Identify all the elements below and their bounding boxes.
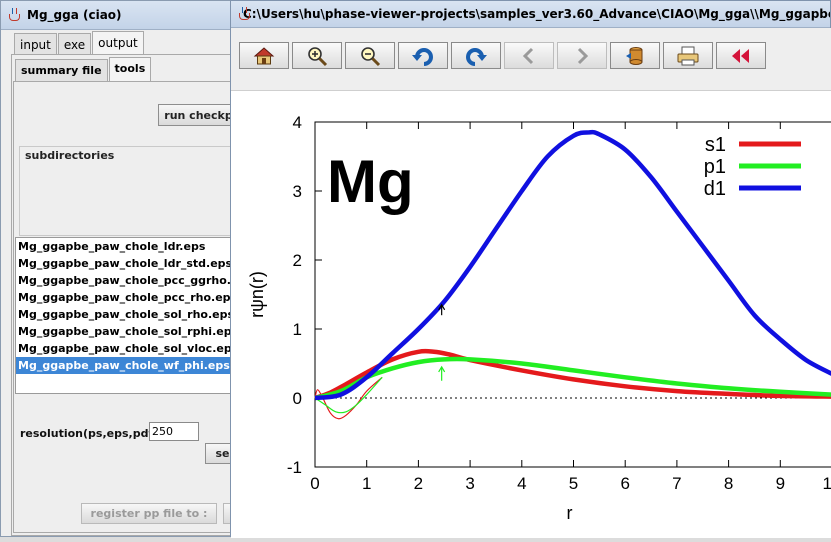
list-item[interactable]: Mg_ggapbe_paw_chole_pcc_ggrho.eps	[16, 272, 232, 289]
x-tick-label: 0	[310, 474, 319, 493]
resolution-input[interactable]	[149, 422, 199, 441]
sub-tab-row: summary file tools	[15, 57, 152, 82]
legend-label-d1: d1	[704, 178, 726, 200]
list-item-selected[interactable]: Mg_ggapbe_paw_chole_wf_phi.eps	[16, 357, 232, 374]
x-tick-label: 1	[362, 474, 371, 493]
left-window: Mg_gga (ciao) input exe output summary f…	[0, 0, 239, 537]
subdirectories-label: subdirectories	[24, 149, 116, 162]
rotate-left-button[interactable]	[398, 42, 448, 69]
y-tick-label: 4	[293, 113, 302, 132]
main-tab-row: input exe output	[14, 31, 145, 56]
element-label: Mg	[327, 148, 414, 215]
close-back-button[interactable]	[716, 42, 766, 69]
home-icon	[253, 46, 275, 64]
y-axis-label: rψn(r)	[247, 271, 267, 318]
left-window-titlebar[interactable]: Mg_gga (ciao)	[1, 1, 237, 30]
y-tick-label: 0	[293, 389, 302, 408]
home-button[interactable]	[239, 42, 289, 69]
save-icon	[626, 46, 643, 65]
x-tick-label: 10	[823, 474, 831, 493]
y-tick-label: 1	[293, 320, 302, 339]
zoom-out-icon	[361, 46, 381, 66]
x-axis-label: r	[567, 503, 573, 523]
y-tick-label: 3	[293, 182, 302, 201]
previous-button[interactable]	[504, 42, 554, 69]
chart-legend: s1p1d1	[704, 134, 801, 200]
tab-tools[interactable]: tools	[108, 57, 152, 82]
legend-label-p1: p1	[704, 156, 726, 178]
java-icon	[7, 8, 21, 22]
rotate-right-button[interactable]	[451, 42, 501, 69]
x-tick-label: 2	[414, 474, 423, 493]
resolution-label: resolution(ps,eps,pdf):	[20, 427, 163, 440]
next-icon	[577, 47, 589, 64]
x-tick-label: 9	[776, 474, 785, 493]
x-tick-label: 3	[465, 474, 474, 493]
plot-area: 0 1 2 3 4 5 6 7 8 9 10 -1 0 1 2 3 4 r rψn(r) Mg s1p1d1	[231, 91, 831, 538]
prev-icon	[522, 47, 534, 64]
register-pp-file-button[interactable]: register pp file to :	[81, 503, 217, 524]
x-tick-label: 8	[724, 474, 733, 493]
y-tick-label: -1	[287, 458, 302, 477]
tab-output[interactable]: output	[92, 31, 144, 56]
list-item[interactable]: Mg_ggapbe_paw_chole_sol_vloc.eps	[16, 340, 232, 357]
zoom-in-button[interactable]	[292, 42, 342, 69]
list-item[interactable]: Mg_ggapbe_paw_chole_pcc_rho.eps	[16, 289, 232, 306]
list-item[interactable]: Mg_ggapbe_paw_chole_ldr_std.eps	[16, 255, 232, 272]
viewer-toolbar	[231, 28, 831, 91]
run-checkpoint-button[interactable]: run checkp	[158, 104, 238, 126]
print-icon	[677, 46, 699, 65]
wavefunction-chart: 0 1 2 3 4 5 6 7 8 9 10 -1 0 1 2 3 4 r rψn(r) Mg s1p1d1	[247, 113, 831, 523]
x-tick-label: 5	[569, 474, 578, 493]
rotate-left-icon	[412, 47, 433, 66]
tab-summary-file[interactable]: summary file	[15, 59, 108, 82]
x-tick-label: 4	[517, 474, 526, 493]
chart-arrows	[438, 303, 446, 381]
left-window-title: Mg_gga (ciao)	[27, 8, 122, 22]
print-button[interactable]	[663, 42, 713, 69]
zoom-out-button[interactable]	[345, 42, 395, 69]
x-tick-label: 6	[620, 474, 629, 493]
list-item[interactable]: Mg_ggapbe_paw_chole_sol_rho.eps	[16, 306, 232, 323]
y-tick-label: 2	[293, 251, 302, 270]
viewer-window: C:\Users\hu\phase-viewer-projects\sample…	[230, 0, 831, 538]
zoom-in-icon	[308, 46, 328, 66]
chart-labels: 0 1 2 3 4 5 6 7 8 9 10 -1 0 1 2 3 4 r rψn(r) Mg	[247, 113, 831, 523]
rotate-right-icon	[466, 47, 487, 66]
tab-exe[interactable]: exe	[57, 33, 92, 56]
file-list[interactable]: Mg_ggapbe_paw_chole_ldr.eps Mg_ggapbe_pa…	[15, 237, 233, 394]
next-button[interactable]	[557, 42, 607, 69]
tab-input[interactable]: input	[14, 33, 57, 56]
list-item[interactable]: Mg_ggapbe_paw_chole_sol_rphi.eps	[16, 323, 232, 340]
viewer-title: C:\Users\hu\phase-viewer-projects\sample…	[243, 7, 830, 21]
list-item[interactable]: Mg_ggapbe_paw_chole_ldr.eps	[16, 238, 232, 255]
legend-label-s1: s1	[705, 134, 726, 156]
x-tick-label: 7	[672, 474, 681, 493]
save-button[interactable]	[610, 42, 660, 69]
viewer-titlebar[interactable]: C:\Users\hu\phase-viewer-projects\sample…	[231, 1, 830, 28]
back-icon	[732, 48, 749, 63]
